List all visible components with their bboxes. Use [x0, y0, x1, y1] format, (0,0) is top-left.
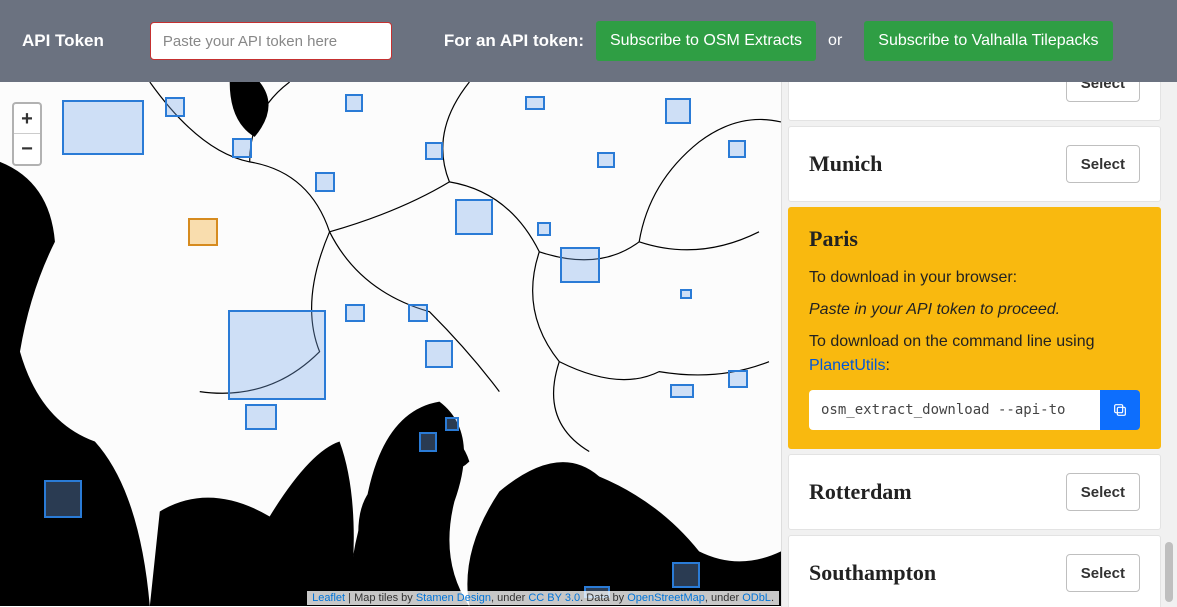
zoom-in-button[interactable]: +	[14, 104, 40, 134]
extent-rect[interactable]	[560, 247, 600, 283]
extent-rect[interactable]	[672, 562, 700, 588]
scrollbar-thumb[interactable]	[1165, 542, 1173, 602]
extent-rect[interactable]	[315, 172, 335, 192]
extent-rect[interactable]	[597, 152, 615, 168]
extent-rect[interactable]	[165, 97, 185, 117]
paste-token-text: Paste in your API token to proceed.	[809, 298, 1140, 322]
extent-rect[interactable]	[425, 340, 453, 368]
extent-rect-selected[interactable]	[188, 218, 218, 246]
scrollbar[interactable]	[1161, 82, 1175, 607]
extent-rect[interactable]	[670, 384, 694, 398]
cc-link[interactable]: CC BY 3.0	[528, 592, 580, 604]
extent-rect[interactable]	[62, 100, 144, 155]
subscribe-osm-button[interactable]: Subscribe to OSM Extracts	[596, 21, 816, 61]
planetutils-link[interactable]: PlanetUtils	[809, 357, 885, 374]
odbl-link[interactable]: ODbL	[742, 592, 771, 604]
extent-rect[interactable]	[44, 480, 82, 518]
command-input[interactable]	[809, 390, 1100, 430]
extent-rect[interactable]	[537, 222, 551, 236]
subscribe-valhalla-button[interactable]: Subscribe to Valhalla Tilepacks	[864, 21, 1112, 61]
city-name: Munich	[809, 151, 882, 177]
map[interactable]: + − Leaflet | Map tiles by Stamen Design…	[0, 82, 782, 607]
city-name: Southampton	[809, 560, 936, 586]
extent-rect[interactable]	[345, 304, 365, 322]
select-button[interactable]: Select	[1066, 473, 1140, 511]
basemap	[0, 82, 781, 606]
extent-rect[interactable]	[228, 310, 326, 400]
stamen-link[interactable]: Stamen Design	[416, 592, 491, 604]
extent-rect[interactable]	[525, 96, 545, 110]
city-name: Paris	[809, 226, 858, 252]
copy-button[interactable]	[1100, 390, 1140, 430]
city-name	[809, 82, 815, 96]
download-browser-text: To download in your browser:	[809, 266, 1140, 290]
select-button[interactable]: Select	[1066, 82, 1140, 102]
or-text: or	[828, 32, 842, 50]
extent-rect[interactable]	[345, 94, 363, 112]
city-name: Rotterdam	[809, 479, 912, 505]
city-card-rotterdam: Rotterdam Select	[788, 454, 1161, 530]
city-card-munich: Munich Select	[788, 126, 1161, 202]
extent-rect[interactable]	[232, 138, 252, 158]
city-card-paris: Paris To download in your browser: Paste…	[788, 207, 1161, 449]
sidebar: Select Munich Select Paris To download i…	[782, 82, 1177, 607]
top-bar: API Token For an API token: Subscribe to…	[0, 0, 1177, 82]
select-button[interactable]: Select	[1066, 145, 1140, 183]
extent-rect[interactable]	[408, 304, 428, 322]
map-attribution: Leaflet | Map tiles by Stamen Design, un…	[307, 591, 779, 605]
city-card-southampton: Southampton Select	[788, 535, 1161, 607]
extent-rect[interactable]	[665, 98, 691, 124]
leaflet-link[interactable]: Leaflet	[312, 592, 345, 604]
extent-rect[interactable]	[445, 417, 459, 431]
zoom-out-button[interactable]: −	[14, 134, 40, 164]
api-token-input[interactable]	[150, 22, 392, 60]
osm-link[interactable]: OpenStreetMap	[627, 592, 705, 604]
api-token-label: API Token	[22, 31, 104, 51]
extent-rect[interactable]	[728, 140, 746, 158]
extent-rect[interactable]	[245, 404, 277, 430]
zoom-control: + −	[12, 102, 42, 166]
extent-rect[interactable]	[425, 142, 443, 160]
extent-rect[interactable]	[680, 289, 692, 299]
select-button[interactable]: Select	[1066, 554, 1140, 592]
extent-rect[interactable]	[455, 199, 493, 235]
copy-icon	[1112, 402, 1128, 418]
city-card-cutoff: Select	[788, 82, 1161, 121]
extent-rect[interactable]	[728, 370, 748, 388]
extent-rect[interactable]	[419, 432, 437, 452]
download-cli-text: To download on the command line using Pl…	[809, 330, 1140, 378]
for-token-text: For an API token:	[444, 31, 584, 51]
